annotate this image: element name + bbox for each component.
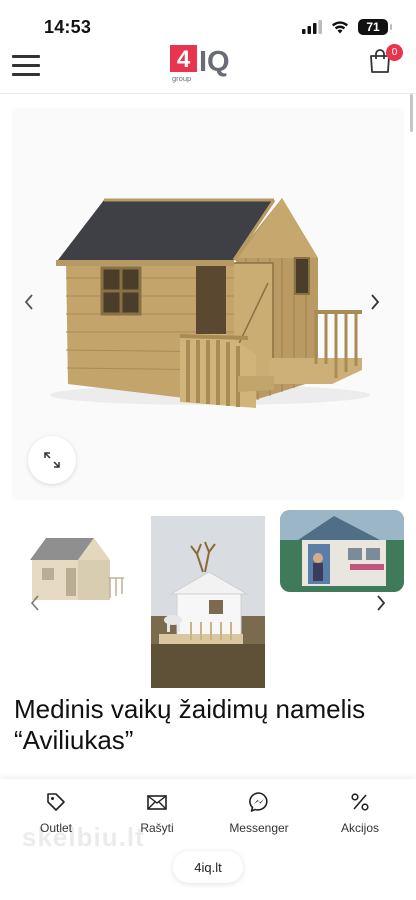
thumbnails-prev-arrow[interactable]	[24, 592, 46, 614]
menu-line-icon	[12, 72, 40, 76]
playhouse-blue-photo-thumb-image	[280, 510, 404, 592]
product-title: Medinis vaikų žaidimų namelis “Aviliukas…	[14, 694, 366, 755]
svg-text:4: 4	[177, 46, 191, 73]
status-icons: 71	[302, 17, 392, 37]
gallery-thumbnail[interactable]	[280, 510, 404, 592]
cart-button[interactable]: 0	[368, 44, 403, 78]
thumbnails-next-arrow[interactable]	[370, 592, 392, 614]
page-scrollbar[interactable]	[410, 94, 413, 132]
nav-promotions-label: Akcijos	[340, 821, 379, 835]
chevron-right-icon	[371, 294, 380, 310]
watermark-text: skelbiu.lt	[22, 822, 145, 852]
battery-level: 71	[366, 20, 380, 34]
product-main-image[interactable]	[12, 108, 404, 500]
nav-messenger-label: Messenger	[229, 821, 289, 835]
signal-icon	[302, 20, 322, 34]
gallery-thumbnail[interactable]	[151, 516, 265, 688]
status-time: 14:53	[44, 17, 92, 37]
brand-logo[interactable]: 4 IQ group	[170, 43, 248, 83]
playhouse-illustration	[50, 198, 370, 408]
svg-text:group: group	[172, 74, 191, 83]
chevron-left-icon	[30, 595, 39, 611]
expand-icon	[44, 452, 60, 468]
svg-text:IQ: IQ	[199, 46, 230, 78]
menu-line-icon	[12, 54, 40, 58]
prev-image-arrow[interactable]	[24, 293, 46, 315]
next-image-arrow[interactable]	[370, 293, 392, 315]
hamburger-menu-button[interactable]	[12, 50, 42, 80]
cart-count-badge: 0	[386, 44, 403, 61]
menu-line-icon	[12, 63, 40, 67]
zoom-image-button[interactable]	[28, 436, 76, 484]
envelope-icon	[147, 795, 167, 810]
wifi-icon	[332, 21, 348, 34]
battery-indicator: 71	[358, 19, 392, 35]
site-header: 4 IQ group 0	[0, 40, 416, 94]
chevron-right-icon	[377, 595, 386, 611]
tag-icon	[47, 793, 65, 811]
nav-promotions[interactable]: Akcijos	[310, 791, 410, 835]
playhouse-deer-photo-thumb-image	[151, 516, 265, 688]
logo-icon: 4 IQ group	[170, 45, 230, 83]
percent-icon	[351, 793, 369, 811]
messenger-icon	[249, 792, 268, 812]
chevron-left-icon	[24, 294, 33, 310]
browser-url-pill[interactable]: 4iq.lt	[173, 851, 243, 883]
nav-messenger[interactable]: Messenger	[209, 791, 309, 835]
